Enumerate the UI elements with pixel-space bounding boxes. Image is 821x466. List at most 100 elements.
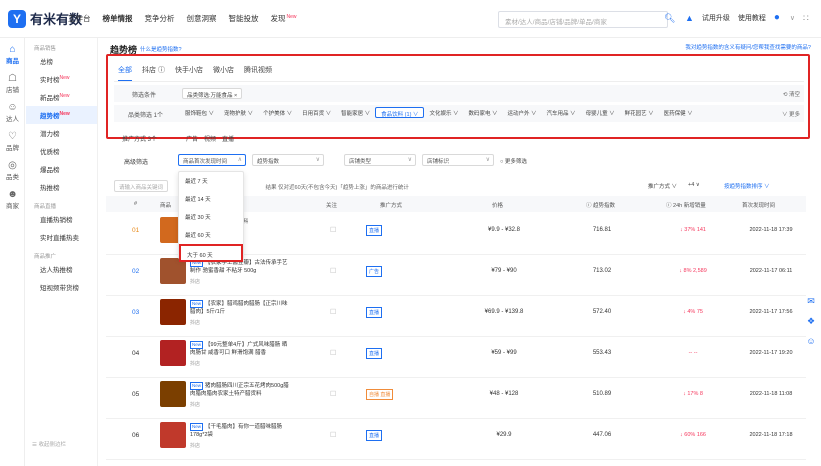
sales-24h: ↓ 17% 8 [683,391,703,397]
promo-option-live[interactable]: 直播 [222,134,234,143]
search-input[interactable]: 素材/达人/商品/店铺/品牌/单品/商家 [498,11,668,28]
sidebar-item-brand[interactable]: ♡ 品牌 [0,131,25,152]
tab-weixiao[interactable]: 微小店 [213,65,234,82]
favorite-icon[interactable]: ☐ [330,308,336,316]
favorite-icon[interactable]: ☐ [330,390,336,398]
product-name[interactable]: New 【99元整单4斤】广式风味腊肠 晒肉肠甘 咸香可口 鲜滑饱满 腊香 [190,341,290,357]
trial-upgrade-link[interactable]: 试用升级 [702,13,730,23]
subnav-item-total[interactable]: 总榜 [26,52,97,70]
collapse-sidebar-button[interactable]: ☰ 收起侧边栏 [32,440,66,448]
more-button[interactable]: ∨ 更多 [782,110,800,118]
category-item[interactable]: 鲜花园艺 ∨ [620,107,659,118]
category-item[interactable]: 服饰鞋包 ∨ [180,107,219,118]
sidebar-item-merchant[interactable]: ☻ 商家 [0,189,25,210]
first-found-time: 2022-11-18 17:18 [749,432,793,438]
category-item-selected[interactable]: 食品饮料 (1) ∨ [375,107,425,118]
dropdown-option-highlighted[interactable]: 大于 60 天 [179,244,243,262]
sort-order-select[interactable]: 按趋势指数排序 ∨ [724,182,770,190]
condition-tag[interactable]: 品类筛选:万能食品 × [182,88,243,99]
favorite-icon[interactable]: ☐ [330,349,336,357]
first-time-select[interactable]: 商品首次发现时间 ∧ [178,154,246,166]
product-image[interactable] [160,381,186,407]
support-icon[interactable]: ☺ [803,336,819,346]
category-item[interactable]: 母婴儿童 ∨ [581,107,620,118]
subnav-item-heat[interactable]: 热推榜 [26,178,97,196]
favorite-icon[interactable]: ☐ [330,226,336,234]
keyword-input[interactable]: 请输入商品关键词 [114,180,168,192]
category-item[interactable]: 日用百货 ∨ [297,107,336,118]
category-item[interactable]: 智能家居 ∨ [336,107,375,118]
subnav-item-shortvideo[interactable]: 短视频带货榜 [26,278,97,296]
dropdown-option[interactable]: 最近 30 天 [179,208,243,226]
floating-toolbar: ✉ ❖ ☺ [803,296,819,355]
sort-value-select[interactable]: +4 ∨ [688,182,700,188]
sort-type-select[interactable]: 推广方式 ∨ [648,182,677,190]
table-row[interactable]: 05 New 猪肉腊肠四川正宗五花烤肉500g腊肉腊肉腊肉农家土特产腊货料 抖店 ☐ 自播… [106,378,806,419]
dropdown-option[interactable]: 最近 7 天 [179,172,243,190]
subnav-item-trend[interactable]: 趋势榜New [26,106,97,124]
tab-douyin[interactable]: 抖店 ⓘ [142,65,165,82]
tab-tencent[interactable]: 腾讯视频 [244,65,272,82]
product-image[interactable] [160,422,186,448]
subnav-item-live-hot[interactable]: 直播热销榜 [26,210,97,228]
category-item[interactable]: 文化娱乐 ∨ [424,107,463,118]
table-row[interactable]: 06 New 【干毛腊肉】有你一道腊味腊肠178g*2袋 抖店 ☐ 直播 ¥29.9 447.… [106,419,806,460]
sidebar-item-goods[interactable]: ⌂ 商品 [0,44,25,65]
product-image[interactable] [160,299,186,325]
category-item[interactable]: 宠物护肤 ∨ [219,107,258,118]
product-name[interactable]: New 猪肉腊肠四川正宗五花烤肉500g腊肉腊肉腊肉农家土特产腊货料 [190,382,290,398]
sidebar-item-shop[interactable]: ☖ 店铺 [0,73,25,94]
promo-option-video[interactable]: 视频 [204,134,216,143]
product-name[interactable]: New 【干毛腊肉】有你一道腊味腊肠178g*2袋 [190,423,290,439]
favorite-icon[interactable]: ☐ [330,267,336,275]
topnav-competition[interactable]: 竞争分析 [145,13,175,24]
dropdown-option[interactable]: 最近 60 天 [179,226,243,244]
title-help-link[interactable]: 什么是趋势指数? [140,45,182,53]
subnav-item-new[interactable]: 新品榜New [26,88,97,106]
apps-grid-icon[interactable]: ∷ [803,13,809,24]
subnav-item-quality[interactable]: 优质榜 [26,142,97,160]
sub-nav: 商品销售 总榜 实时榜New 新品榜New 趋势榜New 潜力榜 优质榜 爆品榜… [26,38,98,466]
feedback-link[interactable]: 我对趋势指数的含义有疑问/您帮我查找需要的商品? [685,43,811,51]
subnav-item-live-realtime[interactable]: 实时直播热卖 [26,228,97,246]
topnav-ads[interactable]: 智能投放 [229,13,259,24]
promo-option-ad[interactable]: 广告 [186,134,198,143]
sidebar-item-category[interactable]: ◎ 品类 [0,160,25,181]
subnav-item-realtime[interactable]: 实时榜New [26,70,97,88]
rocket-icon: ▲ [685,13,694,23]
topnav-workbench[interactable]: 工作台 [68,13,91,24]
avatar[interactable]: ● [774,12,782,24]
tab-all[interactable]: 全部 [118,65,132,82]
subnav-item-hot[interactable]: 爆品榜 [26,160,97,178]
product-image[interactable] [160,340,186,366]
dropdown-option[interactable]: 最近 14 天 [179,190,243,208]
chevron-down-icon[interactable]: ∨ [790,14,795,22]
gift-icon[interactable]: ❖ [803,316,819,327]
clear-button[interactable]: ⟲ 清空 [783,90,800,98]
more-filter-button[interactable]: ○ 更多筛选 [500,157,527,165]
subnav-item-influencer[interactable]: 达人热推榜 [26,260,97,278]
trend-select[interactable]: 趋势指数 ∨ [252,154,324,166]
category-item[interactable]: 汽车用品 ∨ [542,107,581,118]
sidebar-item-person[interactable]: ☺ 达人 [0,102,25,123]
subnav-item-potential[interactable]: 潜力榜 [26,124,97,142]
category-item[interactable]: 医药保健 ∨ [659,107,698,118]
tutorial-link[interactable]: 使用教程 [738,13,766,23]
table-row[interactable]: 03 New 【农家】腊鸡腊肉腊肠【正宗川味腊肉】5斤/1斤 抖店 ☐ 直播 ¥69.9 -… [106,296,806,337]
shop-tag-select[interactable]: 店铺标识 ∨ [422,154,494,166]
product-name[interactable]: New 【农家】腊鸡腊肉腊肠【正宗川味腊肉】5斤/1斤 [190,300,290,316]
favorite-icon[interactable]: ☐ [330,431,336,439]
shop-type-select[interactable]: 店铺类型 ∨ [344,154,416,166]
topnav-rankings[interactable]: 榜单情报 [103,13,133,24]
sales-24h: ↓ 60% 166 [680,432,706,438]
topnav-creative[interactable]: 创意洞察 [187,13,217,24]
category-item[interactable]: 数码家电 ∨ [463,107,502,118]
trend-index: 447.06 [592,432,612,438]
topnav-discover[interactable]: 发现New [271,13,297,24]
table-row[interactable]: 04 New 【99元整单4斤】广式风味腊肠 晒肉肠甘 咸香可口 鲜滑饱满 腊香 抖店… [106,337,806,378]
search-icon[interactable]: 🔍︎ [664,13,675,24]
chat-icon[interactable]: ✉ [803,296,819,307]
category-item[interactable]: 个护美体 ∨ [258,107,297,118]
category-item[interactable]: 运动户外 ∨ [503,107,542,118]
tab-kuaishou[interactable]: 快手小店 [175,65,203,82]
